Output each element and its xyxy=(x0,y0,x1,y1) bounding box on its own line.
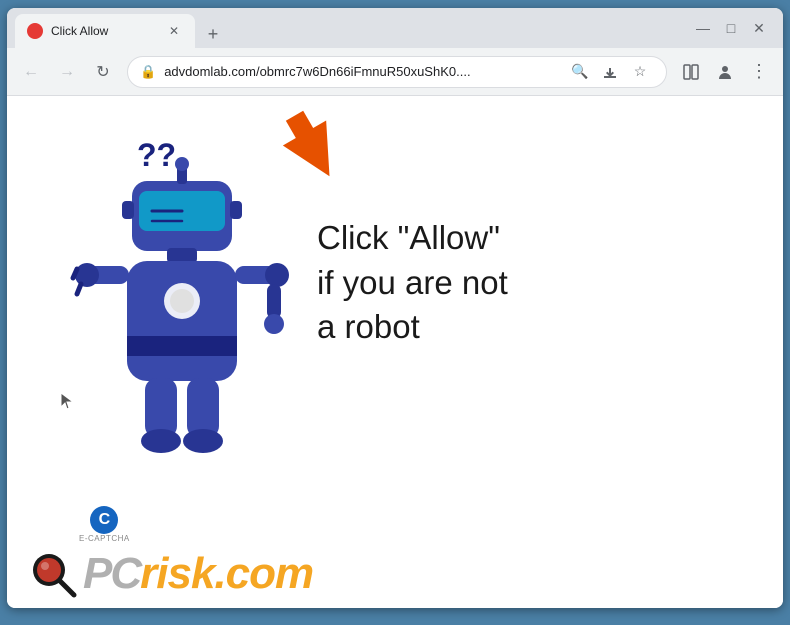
navigation-bar: ← → ↻ 🔒 advdomlab.com/obmrc7w6Dn66iFmnuR… xyxy=(7,48,783,96)
title-bar: Click Allow ✕ + — □ ✕ xyxy=(7,8,783,48)
back-button[interactable]: ← xyxy=(15,56,47,88)
active-tab[interactable]: Click Allow ✕ xyxy=(15,14,195,48)
text-line-2: if you are not xyxy=(317,261,508,306)
ecaptcha-label: E-CAPTCHA xyxy=(79,534,130,543)
tab-area: Click Allow ✕ + xyxy=(15,8,695,48)
page-content: ?? xyxy=(7,96,783,608)
tab-favicon xyxy=(27,23,43,39)
tab-close-button[interactable]: ✕ xyxy=(165,22,183,40)
new-tab-button[interactable]: + xyxy=(199,20,227,48)
forward-button[interactable]: → xyxy=(51,56,83,88)
address-actions: 🔍 ☆ xyxy=(566,58,654,86)
magnifier-icon xyxy=(27,548,79,600)
close-button[interactable]: ✕ xyxy=(751,20,767,37)
lock-icon: 🔒 xyxy=(140,64,156,80)
page-main-text: Click "Allow" if you are not a robot xyxy=(317,216,508,350)
menu-button[interactable]: ⋮ xyxy=(743,56,775,88)
nav-extras: ⋮ xyxy=(675,56,775,88)
search-icon[interactable]: 🔍 xyxy=(566,58,594,86)
text-line-1: Click "Allow" xyxy=(317,216,508,261)
split-view-button[interactable] xyxy=(675,56,707,88)
bookmark-icon[interactable]: ☆ xyxy=(626,58,654,86)
share-icon[interactable] xyxy=(596,58,624,86)
ecaptcha-badge: C E-CAPTCHA xyxy=(79,506,130,543)
address-bar[interactable]: 🔒 advdomlab.com/obmrc7w6Dn66iFmnuR50xuSh… xyxy=(127,56,667,88)
robot-illustration: ?? xyxy=(67,126,317,496)
maximize-button[interactable]: □ xyxy=(723,20,739,36)
pcrisk-risk-text: risk.com xyxy=(140,549,313,599)
profile-button[interactable] xyxy=(709,56,741,88)
window-controls: — □ ✕ xyxy=(695,20,775,37)
tab-title: Click Allow xyxy=(51,24,157,38)
text-line-3: a robot xyxy=(317,305,508,350)
url-text: advdomlab.com/obmrc7w6Dn66iFmnuR50xuShK0… xyxy=(164,64,558,79)
pcrisk-pc-text: PC xyxy=(83,549,140,599)
pcrisk-logo: PC risk.com xyxy=(27,548,313,600)
mouse-cursor xyxy=(59,391,77,419)
ecaptcha-icon: C xyxy=(90,506,118,534)
minimize-button[interactable]: — xyxy=(695,20,711,36)
browser-window: Click Allow ✕ + — □ ✕ ← → ↻ 🔒 advdomlab.… xyxy=(7,8,783,608)
reload-button[interactable]: ↻ xyxy=(87,56,119,88)
svg-text:??: ?? xyxy=(137,137,176,173)
